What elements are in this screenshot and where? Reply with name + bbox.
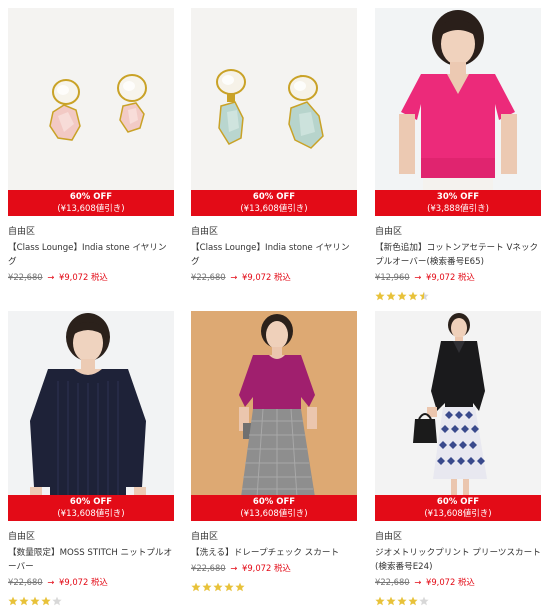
old-price: ¥22,680 (191, 563, 226, 573)
arrow: → (230, 272, 238, 282)
model-image (8, 311, 174, 521)
star-icon (52, 596, 62, 606)
model-image (375, 8, 541, 216)
product-card[interactable]: 60% OFF (¥13,608値引き) 自由区 ジオメトリックプリント プリー… (375, 311, 541, 606)
sale-price: ¥9,072 税込 (426, 577, 475, 587)
earring-image (191, 8, 357, 216)
star-icon (408, 291, 418, 301)
old-price: ¥22,680 (8, 577, 43, 587)
rating-stars (191, 577, 357, 592)
star-icon (224, 582, 234, 592)
product-name[interactable]: 【Class Lounge】India stone イヤリング (8, 241, 174, 269)
product-card[interactable]: 60% OFF (¥13,608値引き) 自由区 【数量限定】MOSS STIT… (8, 311, 174, 606)
rating-stars (375, 591, 541, 606)
product-image[interactable]: 60% OFF (¥13,608値引き) (375, 311, 541, 521)
arrow: → (47, 577, 55, 587)
discount-percent: 60% OFF (69, 497, 113, 507)
old-price: ¥22,680 (375, 577, 410, 587)
product-name[interactable]: 【Class Lounge】India stone イヤリング (191, 241, 357, 269)
product-name[interactable]: ジオメトリックプリント プリーツスカート(検索番号E24) (375, 546, 541, 574)
star-icon (213, 582, 223, 592)
discount-percent: 60% OFF (252, 192, 296, 202)
sale-price: ¥9,072 税込 (242, 272, 291, 282)
discount-amount: (¥13,608値引き) (424, 509, 492, 519)
discount-amount: (¥13,608値引き) (240, 509, 308, 519)
discount-badge: 60% OFF (¥13,608値引き) (191, 190, 357, 216)
product-brand: 自由区 (375, 532, 403, 542)
sale-price: ¥9,072 税込 (242, 563, 291, 573)
star-icon (419, 596, 429, 606)
star-icon (202, 582, 212, 592)
rating-stars (8, 591, 174, 606)
star-icon (30, 596, 40, 606)
product-grid: 60% OFF (¥13,608値引き) 自由区 【Class Lounge】I… (0, 0, 558, 606)
product-card[interactable]: 30% OFF (¥3,888値引き) 自由区 【新色追加】コットンアセテート … (375, 8, 541, 301)
product-image[interactable]: 60% OFF (¥13,608値引き) (8, 311, 174, 521)
star-icon (191, 582, 201, 592)
sale-price: ¥9,072 税込 (426, 272, 475, 282)
product-price: ¥22,680 → ¥9,072 税込 (8, 271, 174, 283)
discount-badge: 60% OFF (¥13,608値引き) (191, 495, 357, 521)
product-image[interactable]: 30% OFF (¥3,888値引き) (375, 8, 541, 216)
product-price: ¥12,960 → ¥9,072 税込 (375, 271, 541, 283)
rating-stars (375, 286, 541, 301)
arrow: → (414, 272, 422, 282)
sale-price: ¥9,072 税込 (59, 577, 108, 587)
product-image[interactable]: 60% OFF (¥13,608値引き) (191, 311, 357, 521)
product-price: ¥22,680 → ¥9,072 税込 (191, 271, 357, 283)
old-price: ¥22,680 (8, 272, 43, 282)
product-image[interactable]: 60% OFF (¥13,608値引き) (8, 8, 174, 216)
arrow: → (414, 577, 422, 587)
discount-badge: 60% OFF (¥13,608値引き) (8, 495, 174, 521)
arrow: → (47, 272, 55, 282)
product-brand: 自由区 (8, 227, 36, 237)
star-icon (375, 596, 385, 606)
star-icon (386, 596, 396, 606)
product-brand: 自由区 (8, 532, 36, 542)
discount-percent: 60% OFF (436, 497, 480, 507)
product-name[interactable]: 【新色追加】コットンアセテート Vネックプルオーバー(検索番号E65) (375, 241, 541, 269)
product-price: ¥22,680 → ¥9,072 税込 (191, 562, 357, 574)
sale-price: ¥9,072 税込 (59, 272, 108, 282)
product-card[interactable]: 60% OFF (¥13,608値引き) 自由区 【Class Lounge】I… (191, 8, 357, 283)
discount-amount: (¥3,888値引き) (427, 204, 489, 214)
star-icon (8, 596, 18, 606)
old-price: ¥12,960 (375, 272, 410, 282)
earring-image (8, 8, 174, 216)
product-price: ¥22,680 → ¥9,072 税込 (375, 576, 541, 588)
star-icon (41, 596, 51, 606)
product-image[interactable]: 60% OFF (¥13,608値引き) (191, 8, 357, 216)
discount-percent: 60% OFF (69, 192, 113, 202)
product-card[interactable]: 60% OFF (¥13,608値引き) 自由区 【洗える】ドレープチェック ス… (191, 311, 357, 592)
product-card[interactable]: 60% OFF (¥13,608値引き) 自由区 【Class Lounge】I… (8, 8, 174, 283)
discount-amount: (¥13,608値引き) (240, 204, 308, 214)
product-name[interactable]: 【数量限定】MOSS STITCH ニットプルオーバー (8, 546, 174, 574)
model-image (191, 311, 357, 521)
discount-amount: (¥13,608値引き) (57, 509, 125, 519)
product-brand: 自由区 (375, 227, 403, 237)
discount-percent: 30% OFF (436, 192, 480, 202)
star-icon (235, 582, 245, 592)
product-price: ¥22,680 → ¥9,072 税込 (8, 576, 174, 588)
arrow: → (230, 563, 238, 573)
star-icon (419, 291, 429, 301)
product-brand: 自由区 (191, 532, 219, 542)
star-icon (397, 596, 407, 606)
product-brand: 自由区 (191, 227, 219, 237)
old-price: ¥22,680 (191, 272, 226, 282)
star-icon (408, 596, 418, 606)
model-image (375, 311, 541, 521)
discount-badge: 60% OFF (¥13,608値引き) (375, 495, 541, 521)
star-icon (19, 596, 29, 606)
star-icon (397, 291, 407, 301)
star-icon (386, 291, 396, 301)
discount-badge: 30% OFF (¥3,888値引き) (375, 190, 541, 216)
discount-percent: 60% OFF (252, 497, 296, 507)
discount-badge: 60% OFF (¥13,608値引き) (8, 190, 174, 216)
discount-amount: (¥13,608値引き) (57, 204, 125, 214)
product-name[interactable]: 【洗える】ドレープチェック スカート (191, 546, 357, 560)
star-icon (375, 291, 385, 301)
